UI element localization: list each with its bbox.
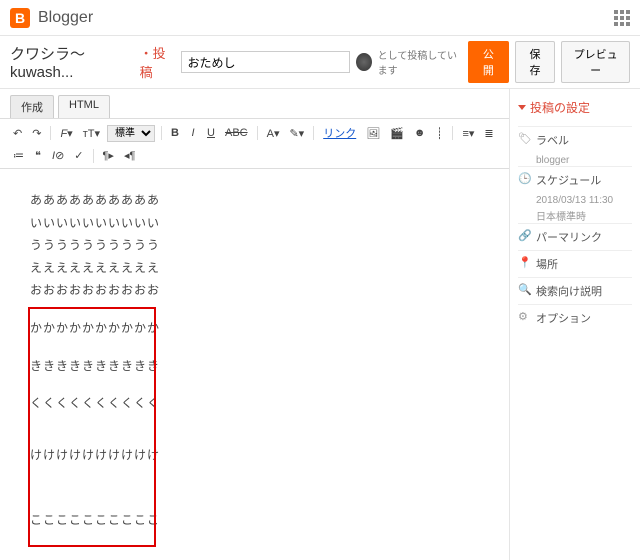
seo-title: 検索向け説明 <box>536 283 632 299</box>
header-left: B Blogger <box>10 8 93 28</box>
tag-icon: 🏷 <box>518 132 530 145</box>
italic-icon[interactable]: I <box>186 125 200 141</box>
subheader: クワシラ〜kuwash... ・投稿 として投稿しています 公開 保存 プレビュ… <box>0 36 640 89</box>
clock-icon: 🕒 <box>518 172 530 185</box>
link-button[interactable]: リンク <box>320 123 359 143</box>
location-icon: 📍 <box>518 256 530 269</box>
highlight-icon[interactable]: ✎▾ <box>286 125 307 142</box>
text-color-icon[interactable]: A▾ <box>264 125 283 142</box>
sidebar-item-permalink[interactable]: 🔗 パーマリンク <box>518 223 632 250</box>
insert-special-icon[interactable]: ☻ <box>411 125 429 141</box>
posting-status: として投稿しています <box>378 47 462 77</box>
undo-icon[interactable]: ↶ <box>10 125 25 142</box>
underline-icon[interactable]: U <box>204 125 218 141</box>
text-line: ああああああああああ <box>30 190 479 212</box>
blog-name[interactable]: クワシラ〜kuwash... <box>10 43 134 81</box>
text-line: けけけけけけけけけけ <box>30 445 479 467</box>
video-icon[interactable]: 🎬 <box>387 125 407 142</box>
settings-sidebar: 投稿の設定 🏷 ラベル blogger 🕒 スケジュール 2018/03/13 … <box>510 89 640 560</box>
subheader-actions: として投稿しています 公開 保存 プレビュー <box>378 41 630 83</box>
tab-html[interactable]: HTML <box>58 95 110 118</box>
triangle-down-icon <box>518 105 526 110</box>
post-title-input[interactable] <box>181 51 350 73</box>
bold-icon[interactable]: B <box>168 125 182 141</box>
schedule-tz: 日本標準時 <box>518 208 632 223</box>
rtl-icon[interactable]: ◂¶ <box>121 147 138 164</box>
sidebar-item-options[interactable]: ⚙ オプション <box>518 304 632 331</box>
link-icon: 🔗 <box>518 229 530 242</box>
search-icon: 🔍 <box>518 283 530 296</box>
editor-wrap: ああああああああああ いいいいいいいいいい うううううううううう えええええええ… <box>0 169 509 560</box>
blogger-logo-icon: B <box>10 8 30 28</box>
redo-icon[interactable]: ↷ <box>29 125 44 142</box>
editor-content[interactable]: ああああああああああ いいいいいいいいいい うううううううううう えええええええ… <box>10 179 499 550</box>
text-line: おおおおおおおおおお <box>30 280 479 302</box>
text-line: うううううううううう <box>30 235 479 257</box>
label-title: ラベル <box>536 132 632 148</box>
save-button[interactable]: 保存 <box>515 41 556 83</box>
text-line: ええええええええええ <box>30 258 479 280</box>
sidebar-item-schedule[interactable]: 🕒 スケジュール <box>518 166 632 193</box>
text-line: ここここここここここ <box>30 510 479 532</box>
brand-name: Blogger <box>38 9 93 27</box>
label-value: blogger <box>518 155 632 166</box>
permalink-title: パーマリンク <box>536 229 632 245</box>
sidebar-item-labels[interactable]: 🏷 ラベル <box>518 126 632 153</box>
jump-break-icon[interactable]: ┊ <box>432 125 446 142</box>
schedule-title: スケジュール <box>536 172 632 188</box>
image-icon[interactable]: 🖼 <box>363 125 383 142</box>
tab-compose[interactable]: 作成 <box>10 95 54 118</box>
avatar[interactable] <box>356 53 372 71</box>
sidebar-header[interactable]: 投稿の設定 <box>518 99 632 116</box>
sidebar-item-location[interactable]: 📍 場所 <box>518 250 632 277</box>
list-ul-icon[interactable]: ≔ <box>10 147 27 164</box>
list-ol-icon[interactable]: ≣ <box>481 125 496 142</box>
text-line: かかかかかかかかかか <box>30 318 479 340</box>
text-line: くくくくくくくくくく <box>30 393 479 415</box>
quote-icon[interactable]: ❝ <box>31 147 45 164</box>
editor-toolbar: ↶ ↷ F▾ тT▾ 標準 B I U ABC A▾ ✎▾ リンク 🖼 🎬 ☻ … <box>0 118 509 169</box>
publish-button[interactable]: 公開 <box>468 41 509 83</box>
align-icon[interactable]: ≡▾ <box>459 125 477 142</box>
schedule-date: 2018/03/13 11:30 <box>518 195 632 206</box>
main-area: 作成 HTML ↶ ↷ F▾ тT▾ 標準 B I U ABC A▾ ✎▾ リン… <box>0 89 640 560</box>
location-title: 場所 <box>536 256 632 272</box>
strike-icon[interactable]: ABC <box>222 125 251 141</box>
apps-icon[interactable] <box>614 10 630 26</box>
font-family-icon[interactable]: F▾ <box>57 125 75 142</box>
gear-icon: ⚙ <box>518 310 530 323</box>
text-line: きききききききききき <box>30 356 479 378</box>
sidebar-item-seo[interactable]: 🔍 検索向け説明 <box>518 277 632 304</box>
ltr-icon[interactable]: ¶▸ <box>100 147 117 164</box>
editor-area: 作成 HTML ↶ ↷ F▾ тT▾ 標準 B I U ABC A▾ ✎▾ リン… <box>0 89 510 560</box>
spellcheck-icon[interactable]: ✓ <box>71 147 86 164</box>
header-right <box>614 10 630 26</box>
app-header: B Blogger <box>0 0 640 36</box>
font-size-icon[interactable]: тT▾ <box>80 125 103 142</box>
editor-tabs: 作成 HTML <box>0 89 509 118</box>
sidebar-header-label: 投稿の設定 <box>530 99 590 116</box>
heading-select[interactable]: 標準 <box>107 125 155 142</box>
text-line: いいいいいいいいいい <box>30 213 479 235</box>
preview-button[interactable]: プレビュー <box>561 41 630 83</box>
remove-format-icon[interactable]: I⊘ <box>49 147 67 164</box>
post-section-label: ・投稿 <box>140 43 175 81</box>
options-title: オプション <box>536 310 632 326</box>
